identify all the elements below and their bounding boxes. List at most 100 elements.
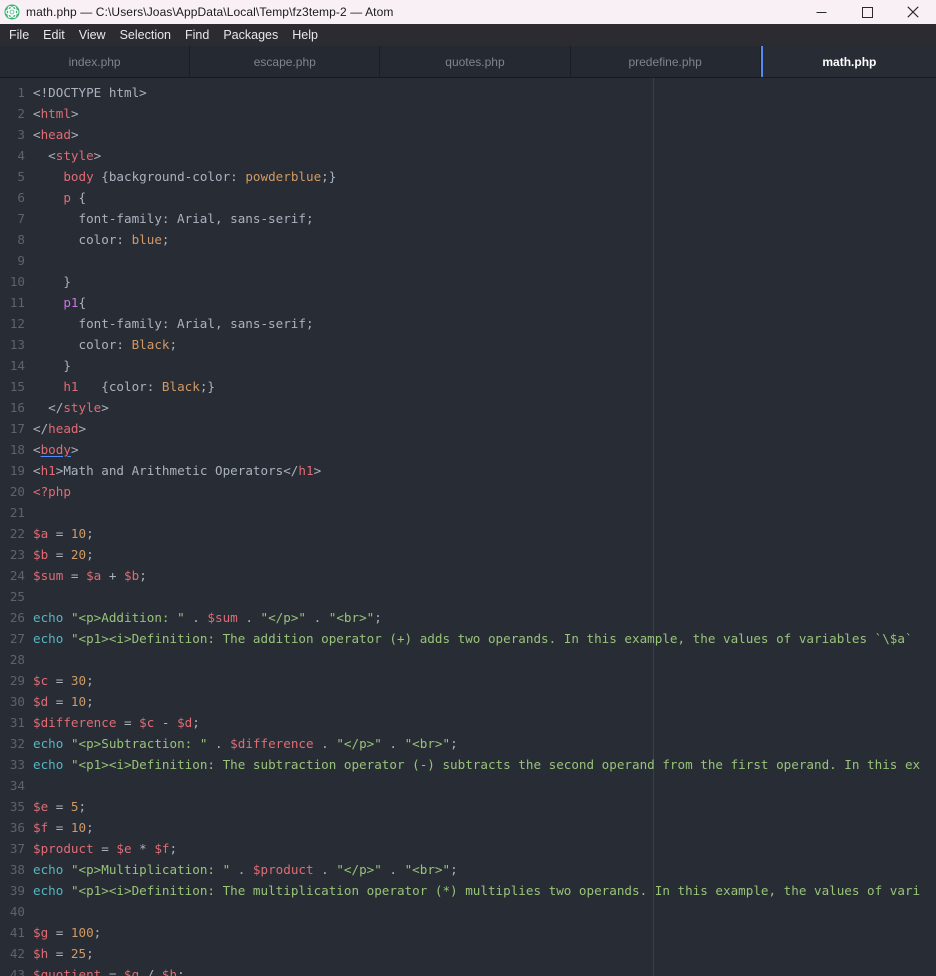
code-text[interactable]: <head> bbox=[25, 124, 936, 145]
code-text[interactable]: } bbox=[25, 271, 936, 292]
menu-item-packages[interactable]: Packages bbox=[216, 24, 285, 46]
code-text[interactable]: $quotient = $g / $h; bbox=[25, 964, 936, 976]
code-token: * bbox=[131, 841, 155, 856]
code-text[interactable] bbox=[25, 775, 936, 796]
code-text[interactable]: </style> bbox=[25, 397, 936, 418]
code-text[interactable]: p { bbox=[25, 187, 936, 208]
code-text[interactable]: $e = 5; bbox=[25, 796, 936, 817]
code-text[interactable]: <h1>Math and Arithmetic Operators</h1> bbox=[25, 460, 936, 481]
code-token: { bbox=[70, 190, 87, 205]
menu-item-help[interactable]: Help bbox=[285, 24, 325, 46]
code-token: ; bbox=[374, 610, 382, 625]
code-token: . bbox=[207, 736, 231, 751]
code-token: $h bbox=[33, 946, 49, 961]
code-token: ; bbox=[169, 337, 178, 352]
code-text[interactable] bbox=[25, 250, 936, 271]
code-text[interactable]: <body> bbox=[25, 439, 936, 460]
code-text[interactable]: $a = 10; bbox=[25, 523, 936, 544]
code-text[interactable]: echo "<p>Multiplication: " . $product . … bbox=[25, 859, 936, 880]
code-token: $f bbox=[33, 820, 49, 835]
menu-item-selection[interactable]: Selection bbox=[113, 24, 178, 46]
code-token: ; bbox=[86, 526, 94, 541]
code-text[interactable]: </head> bbox=[25, 418, 936, 439]
code-text[interactable] bbox=[25, 649, 936, 670]
code-token: ; bbox=[93, 925, 102, 940]
tab-escape-php[interactable]: escape.php bbox=[190, 46, 381, 77]
code-token: <?php bbox=[33, 484, 71, 499]
code-token: ; bbox=[450, 736, 458, 751]
code-text[interactable]: $c = 30; bbox=[25, 670, 936, 691]
code-text[interactable]: <style> bbox=[25, 145, 936, 166]
code-text[interactable]: $b = 20; bbox=[25, 544, 936, 565]
code-token: = bbox=[48, 547, 71, 562]
tab-index-php[interactable]: index.php bbox=[0, 46, 191, 77]
code-editor[interactable]: 1 <!DOCTYPE html> 2 <html> 3 <head> 4 <style> 5… bbox=[0, 78, 936, 976]
maximize-icon[interactable] bbox=[844, 0, 890, 24]
code-text[interactable]: $difference = $c - $d; bbox=[25, 712, 936, 733]
code-line: 38 echo "<p>Multiplication: " . $product … bbox=[0, 859, 936, 880]
code-token: ; bbox=[192, 715, 200, 730]
code-token: "<br>" bbox=[404, 736, 451, 751]
line-number: 18 bbox=[9, 442, 25, 457]
code-text[interactable]: h1 {color: Black;} bbox=[25, 376, 936, 397]
tab-quotes-php[interactable]: quotes.php bbox=[380, 46, 571, 77]
menu-item-file[interactable]: File bbox=[2, 24, 36, 46]
tab-predefine-php[interactable]: predefine.php bbox=[570, 46, 761, 77]
code-text[interactable] bbox=[25, 502, 936, 523]
code-lines[interactable]: 1 <!DOCTYPE html> 2 <html> 3 <head> 4 <style> 5… bbox=[0, 78, 936, 976]
code-token: ;} bbox=[321, 169, 337, 184]
line-number: 12 bbox=[9, 316, 25, 331]
code-token: </ bbox=[33, 421, 49, 436]
code-text[interactable]: <!DOCTYPE html> bbox=[25, 82, 936, 103]
code-text[interactable]: p1{ bbox=[25, 292, 936, 313]
code-text[interactable]: $g = 100; bbox=[25, 922, 936, 943]
code-text[interactable]: body {background-color: powderblue;} bbox=[25, 166, 936, 187]
line-number: 43 bbox=[9, 967, 25, 976]
code-text[interactable]: color: Black; bbox=[25, 334, 936, 355]
code-token: Black bbox=[131, 337, 170, 352]
menu-item-find[interactable]: Find bbox=[178, 24, 216, 46]
line-number: 4 bbox=[17, 148, 25, 163]
menu-item-edit[interactable]: Edit bbox=[36, 24, 72, 46]
code-line: 11 p1{ bbox=[0, 292, 936, 313]
code-text[interactable]: <?php bbox=[25, 481, 936, 502]
code-text[interactable] bbox=[25, 586, 936, 607]
code-token: 20 bbox=[70, 547, 87, 562]
code-token: echo bbox=[33, 631, 64, 646]
code-text[interactable] bbox=[25, 901, 936, 922]
code-text[interactable]: <html> bbox=[25, 103, 936, 124]
code-text[interactable]: color: blue; bbox=[25, 229, 936, 250]
line-number: 5 bbox=[17, 169, 25, 184]
tab-math-php[interactable]: math.php bbox=[760, 46, 936, 77]
code-text[interactable]: font-family: Arial, sans-serif; bbox=[25, 313, 936, 334]
line-number: 19 bbox=[9, 463, 25, 478]
code-text[interactable]: } bbox=[25, 355, 936, 376]
close-icon[interactable] bbox=[890, 0, 936, 24]
code-token: "<p>Multiplication: " bbox=[70, 862, 231, 877]
minimize-icon[interactable] bbox=[798, 0, 844, 24]
code-text[interactable]: echo "<p1><i>Definition: The addition op… bbox=[25, 628, 936, 649]
code-text[interactable]: $sum = $a + $b; bbox=[25, 565, 936, 586]
code-token: p1 bbox=[63, 295, 79, 310]
code-text[interactable]: echo "<p>Addition: " . $sum . "</p>" . "… bbox=[25, 607, 936, 628]
code-token: > bbox=[313, 463, 322, 478]
code-text[interactable]: echo "<p1><i>Definition: The subtraction… bbox=[25, 754, 936, 775]
code-text[interactable]: $product = $e * $f; bbox=[25, 838, 936, 859]
code-text[interactable]: $f = 10; bbox=[25, 817, 936, 838]
line-number: 38 bbox=[9, 862, 25, 877]
code-token: . bbox=[381, 862, 405, 877]
code-text[interactable]: echo "<p1><i>Definition: The multiplicat… bbox=[25, 880, 936, 901]
code-token: font-family: Arial, sans-serif; bbox=[33, 211, 314, 226]
code-text[interactable]: echo "<p>Subtraction: " . $difference . … bbox=[25, 733, 936, 754]
code-line: 6 p { bbox=[0, 187, 936, 208]
code-token: $b bbox=[124, 568, 140, 583]
code-text[interactable]: font-family: Arial, sans-serif; bbox=[25, 208, 936, 229]
line-number: 15 bbox=[9, 379, 25, 394]
code-line: 10 } bbox=[0, 271, 936, 292]
code-line: 19 <h1>Math and Arithmetic Operators</h1> bbox=[0, 460, 936, 481]
code-line: 2 <html> bbox=[0, 103, 936, 124]
code-text[interactable]: $h = 25; bbox=[25, 943, 936, 964]
line-number: 13 bbox=[9, 337, 25, 352]
code-text[interactable]: $d = 10; bbox=[25, 691, 936, 712]
menu-item-view[interactable]: View bbox=[72, 24, 113, 46]
